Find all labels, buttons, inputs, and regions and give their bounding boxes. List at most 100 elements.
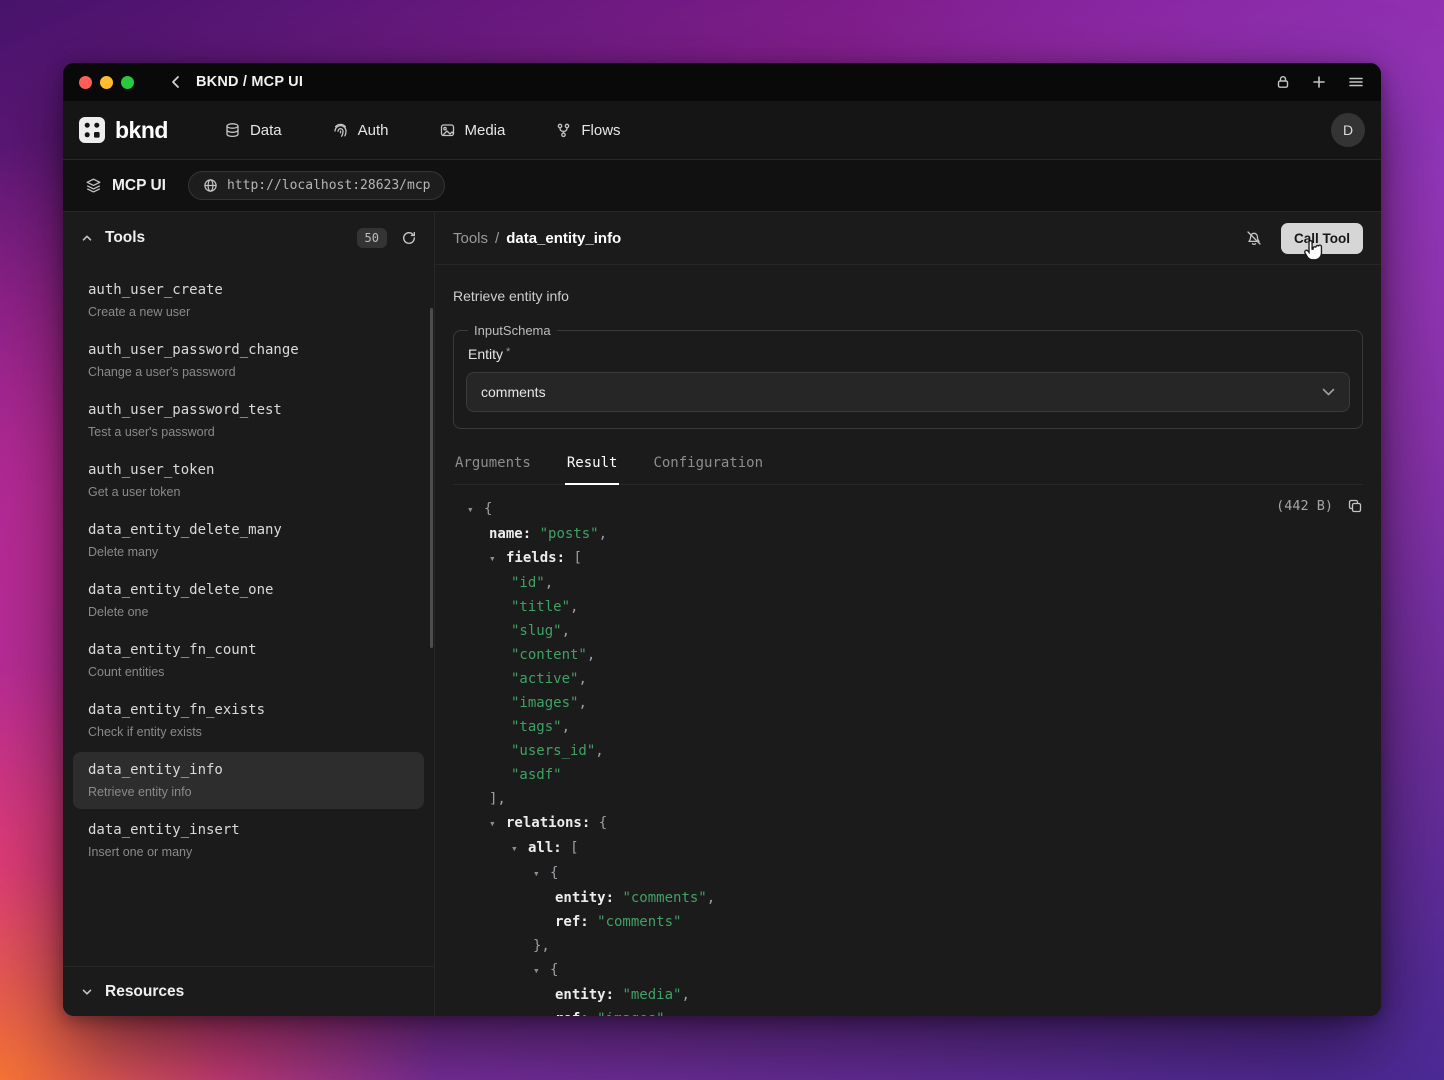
tool-list-item[interactable]: auth_user_password_change Change a user'…: [73, 332, 424, 389]
breadcrumb-root[interactable]: Tools: [453, 230, 488, 247]
copy-icon[interactable]: [1347, 498, 1363, 514]
collapse-caret-icon[interactable]: ▾: [467, 498, 484, 522]
collapse-caret-icon[interactable]: ▾: [511, 837, 528, 861]
tool-name: auth_user_password_test: [88, 402, 409, 418]
json-line: entity: "media",: [467, 983, 1363, 1007]
entity-field-label: Entity*: [468, 346, 1348, 362]
mcp-toolbar: MCP UI http://localhost:28623/mcp: [63, 160, 1381, 212]
user-avatar[interactable]: D: [1331, 113, 1365, 147]
tool-name: auth_user_token: [88, 462, 409, 478]
titlebar-actions: [1275, 74, 1365, 90]
tool-list-item[interactable]: data_entity_delete_many Delete many: [73, 512, 424, 569]
nav-item-auth[interactable]: Auth: [332, 122, 389, 139]
menu-icon[interactable]: [1347, 74, 1365, 90]
collapse-caret-icon[interactable]: ▾: [533, 862, 550, 886]
tools-section-title: Tools: [105, 229, 145, 247]
tab-configuration[interactable]: Configuration: [651, 451, 765, 484]
tool-description: Check if entity exists: [88, 725, 409, 739]
collapse-caret-icon[interactable]: ▾: [489, 812, 506, 836]
bknd-logo[interactable]: bknd: [79, 117, 168, 144]
tool-list-item[interactable]: data_entity_info Retrieve entity info: [73, 752, 424, 809]
titlebar: BKND / MCP UI: [63, 63, 1381, 101]
tools-section-header[interactable]: Tools 50: [63, 212, 434, 264]
mcp-ui-label: MCP UI: [85, 177, 166, 195]
collapse-caret-icon[interactable]: ▾: [533, 959, 550, 983]
chevron-down-icon: [80, 985, 94, 999]
tool-description: Change a user's password: [88, 365, 409, 379]
tool-list-item[interactable]: data_entity_delete_one Delete one: [73, 572, 424, 629]
nav-item-data[interactable]: Data: [224, 122, 282, 139]
collapse-caret-icon[interactable]: ▾: [489, 547, 506, 571]
tool-list-item[interactable]: auth_user_token Get a user token: [73, 452, 424, 509]
entity-select[interactable]: comments: [466, 372, 1350, 412]
minimize-window-button[interactable]: [100, 76, 113, 89]
chevron-up-icon: [80, 231, 94, 245]
json-line: "active",: [467, 667, 1363, 691]
tool-name: data_entity_fn_exists: [88, 702, 409, 718]
sidebar-scrollbar[interactable]: [430, 308, 433, 648]
breadcrumb-separator: /: [495, 230, 499, 247]
mcp-ui-title: MCP UI: [112, 177, 166, 195]
refresh-icon[interactable]: [401, 230, 417, 246]
tool-description: Delete one: [88, 605, 409, 619]
tab-arguments[interactable]: Arguments: [453, 451, 533, 484]
tab-result[interactable]: Result: [565, 451, 620, 485]
tool-list-item[interactable]: data_entity_insert Insert one or many: [73, 812, 424, 869]
back-button[interactable]: [168, 74, 184, 90]
entity-select-value: comments: [481, 384, 546, 400]
json-line: ▾{: [467, 958, 1363, 983]
breadcrumb-current: data_entity_info: [506, 230, 621, 247]
tool-list-item[interactable]: data_entity_fn_count Count entities: [73, 632, 424, 689]
json-line: "asdf": [467, 763, 1363, 787]
bknd-logo-text: bknd: [115, 117, 168, 144]
lock-icon[interactable]: [1275, 74, 1291, 90]
result-panel: (442 B) ▾{name: "posts",▾fields: ["id","…: [453, 485, 1363, 1016]
tool-list-item[interactable]: auth_user_password_test Test a user's pa…: [73, 392, 424, 449]
tool-name: data_entity_delete_one: [88, 582, 409, 598]
tool-list: auth_user_create Create a new user auth_…: [63, 264, 434, 966]
tool-name: data_entity_delete_many: [88, 522, 409, 538]
tool-detail-header: Tools / data_entity_info Call Tool: [435, 212, 1381, 265]
json-line: name: "posts",: [467, 522, 1363, 546]
nav-item-media[interactable]: Media: [439, 122, 506, 139]
zoom-window-button[interactable]: [121, 76, 134, 89]
nav-item-flows[interactable]: Flows: [555, 122, 620, 139]
result-tabs: Arguments Result Configuration: [453, 451, 1363, 485]
tool-description: Insert one or many: [88, 845, 409, 859]
json-line: "users_id",: [467, 739, 1363, 763]
json-line: ▾{: [467, 861, 1363, 886]
tool-name: data_entity_insert: [88, 822, 409, 838]
json-line: "id",: [467, 571, 1363, 595]
new-tab-icon[interactable]: [1311, 74, 1327, 90]
tool-description: Retrieve entity info: [88, 785, 409, 799]
primary-nav: Data Auth Media Flows: [224, 122, 621, 139]
nav-item-label: Flows: [581, 122, 620, 139]
workflow-icon: [555, 122, 572, 139]
input-schema-legend: InputSchema: [468, 323, 557, 338]
json-line: "content",: [467, 643, 1363, 667]
json-line: ▾all: [: [467, 836, 1363, 861]
bell-off-icon[interactable]: [1245, 229, 1263, 247]
tool-detail-description: Retrieve entity info: [453, 288, 1363, 304]
image-icon: [439, 122, 456, 139]
json-line: ref: "images": [467, 1007, 1363, 1016]
window-controls: [79, 76, 134, 89]
nav-item-label: Auth: [358, 122, 389, 139]
close-window-button[interactable]: [79, 76, 92, 89]
tool-detail-body: Retrieve entity info InputSchema Entity*…: [435, 265, 1381, 1016]
resources-section-header[interactable]: Resources: [63, 966, 434, 1016]
content-area: Tools 50 auth_user_create Create a new u…: [63, 212, 1381, 1016]
tool-list-item[interactable]: data_entity_fn_exists Check if entity ex…: [73, 692, 424, 749]
tool-description: Delete many: [88, 545, 409, 559]
result-meta: (442 B): [1276, 498, 1363, 514]
call-tool-button[interactable]: Call Tool: [1281, 223, 1363, 254]
tool-name: auth_user_password_change: [88, 342, 409, 358]
window-title: BKND / MCP UI: [196, 74, 303, 90]
resources-section-title: Resources: [105, 983, 184, 1001]
result-size: (442 B): [1276, 498, 1333, 514]
server-url-chip[interactable]: http://localhost:28623/mcp: [188, 171, 446, 200]
json-line: "slug",: [467, 619, 1363, 643]
nav-item-label: Data: [250, 122, 282, 139]
tool-list-item[interactable]: auth_user_create Create a new user: [73, 272, 424, 329]
nav-item-label: Media: [465, 122, 506, 139]
